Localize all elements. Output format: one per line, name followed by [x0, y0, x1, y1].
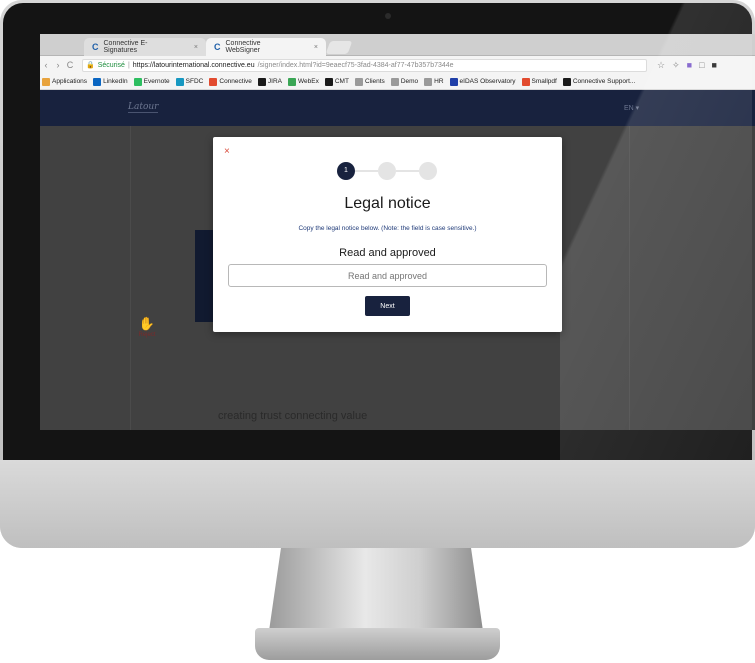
lock-icon: 🔒 [86, 62, 95, 69]
reject-button[interactable]: ✋ Reject [132, 316, 162, 338]
legal-notice-input[interactable] [228, 264, 547, 287]
bookmark-item[interactable]: Evernote [133, 77, 170, 86]
connective-colors-icon [209, 77, 218, 86]
extension-dark-icon[interactable]: ■ [712, 60, 717, 71]
bookmark-item[interactable]: Connective Support... [562, 77, 636, 86]
bookmark-item[interactable]: Clients [354, 77, 385, 86]
folder-icon [354, 77, 363, 86]
bookmark-item[interactable]: Smallpdf [521, 77, 557, 86]
secure-label: Sécurisé [97, 61, 125, 69]
language-selector[interactable]: EN ▾ [624, 104, 639, 112]
bookmarks-bar: Applications LinkedIn Evernote SFDC Connecti… [40, 74, 755, 90]
extension-square-icon[interactable]: □ [699, 60, 704, 71]
company-logo: Latour [128, 102, 159, 113]
forward-icon[interactable]: › [52, 60, 64, 70]
bookmark-label: Evernote [143, 78, 170, 85]
bookmark-label: Connective Support... [572, 78, 636, 85]
browser-toolbar: ‹ › C 🔒 Sécurisé | https://latourinterna… [40, 56, 755, 74]
stepper: 1 2 3 [337, 162, 437, 180]
step-connector [396, 170, 419, 172]
webex-icon [288, 77, 296, 86]
bookmark-label: CMT [334, 78, 349, 85]
eu-flag-icon [449, 77, 458, 86]
reload-icon[interactable]: C [64, 60, 76, 70]
bookmark-label: Applications [52, 78, 88, 85]
next-button[interactable]: Next [365, 296, 410, 316]
jira-icon [257, 77, 266, 86]
bookmark-label: Demo [400, 78, 419, 85]
close-tab-icon[interactable]: × [194, 44, 198, 51]
folder-icon [424, 77, 433, 86]
bookmark-label: JIRA [267, 78, 282, 85]
imac-stand-foot [255, 628, 500, 660]
bookmark-label: SFDC [185, 78, 204, 85]
tab-label: Connective E-Signatures [103, 40, 148, 54]
url-separator: | [127, 61, 130, 69]
evernote-icon [133, 77, 142, 86]
step-3: 3 [419, 162, 437, 180]
bookmark-item[interactable]: SFDC [175, 77, 204, 86]
tab-connective-esignatures[interactable]: C Connective E-Signatures × [84, 38, 206, 56]
linkedin-icon [93, 77, 102, 86]
camera-icon [385, 13, 391, 19]
bookmark-label: Smallpdf [531, 78, 557, 85]
step-1: 1 [337, 162, 355, 180]
bookmark-label: WebEx [298, 78, 319, 85]
extension-purple-icon[interactable]: ■ [687, 60, 692, 71]
apps-grid-icon [42, 77, 50, 86]
bookmark-item[interactable]: Connective [209, 77, 252, 86]
tab-connective-websigner[interactable]: C Connective WebSigner × [206, 38, 326, 56]
star-bookmark-icon[interactable]: ☆ [657, 60, 665, 71]
bookmark-item[interactable]: HR [424, 77, 444, 86]
bookmark-label: LinkedIn [103, 78, 128, 85]
smallpdf-icon [521, 77, 530, 86]
bookmark-label: Clients [364, 78, 385, 85]
modal-title: Legal notice [344, 195, 431, 212]
bookmark-label: eIDAS Observatory [459, 78, 516, 85]
close-icon[interactable]: × [224, 146, 230, 157]
folder-icon [390, 77, 399, 86]
bookmark-label: HR [434, 78, 444, 85]
legal-notice-modal: × 1 2 3 Legal notice Copy the legal noti… [213, 137, 562, 332]
bookmark-label: Connective [219, 78, 252, 85]
bookmark-item[interactable]: CMT [324, 77, 349, 86]
extension-icon[interactable]: ✧ [672, 60, 680, 71]
back-icon[interactable]: ‹ [40, 60, 52, 70]
salesforce-icon [175, 77, 184, 86]
step-2: 2 [378, 162, 396, 180]
url-host: https://latourinternational.connective.e… [132, 61, 255, 69]
close-tab-icon[interactable]: × [314, 44, 318, 51]
bookmark-item[interactable]: Demo [390, 77, 419, 86]
bookmark-item[interactable]: WebEx [288, 77, 319, 86]
step-connector [355, 170, 378, 172]
thumbs-down-icon: ✋ [138, 316, 156, 331]
browser-tab-strip: C Connective E-Signatures × C Connective… [40, 34, 755, 56]
url-path: /signer/index.html?id=9eaecf75-3fad-4384… [257, 61, 454, 69]
legal-notice-text: Read and approved [339, 247, 436, 259]
modal-instruction: Copy the legal notice below. (Note: the … [298, 225, 477, 232]
connective-logo-icon: C [92, 42, 99, 52]
new-tab-button[interactable] [325, 41, 353, 54]
imac-stand [268, 548, 484, 638]
cmt-icon [324, 77, 333, 86]
tagline: creating trust connecting value [218, 410, 368, 422]
address-bar[interactable]: 🔒 Sécurisé | https://latourinternational… [82, 58, 647, 72]
bookmark-item[interactable]: JIRA [257, 77, 282, 86]
bookmark-item[interactable]: Applications [42, 77, 88, 86]
bookmark-item[interactable]: eIDAS Observatory [449, 77, 516, 86]
connective-logo-icon [562, 77, 571, 86]
bookmark-item[interactable]: LinkedIn [93, 77, 128, 86]
tab-label: Connective WebSigner [225, 40, 261, 54]
extension-icons: ☆ ✧ ■ □ ■ [657, 60, 717, 71]
reject-label: Reject [138, 332, 156, 338]
imac-chin [0, 460, 755, 548]
app-header: Latour EN ▾ [40, 90, 755, 126]
connective-logo-icon: C [214, 42, 221, 52]
